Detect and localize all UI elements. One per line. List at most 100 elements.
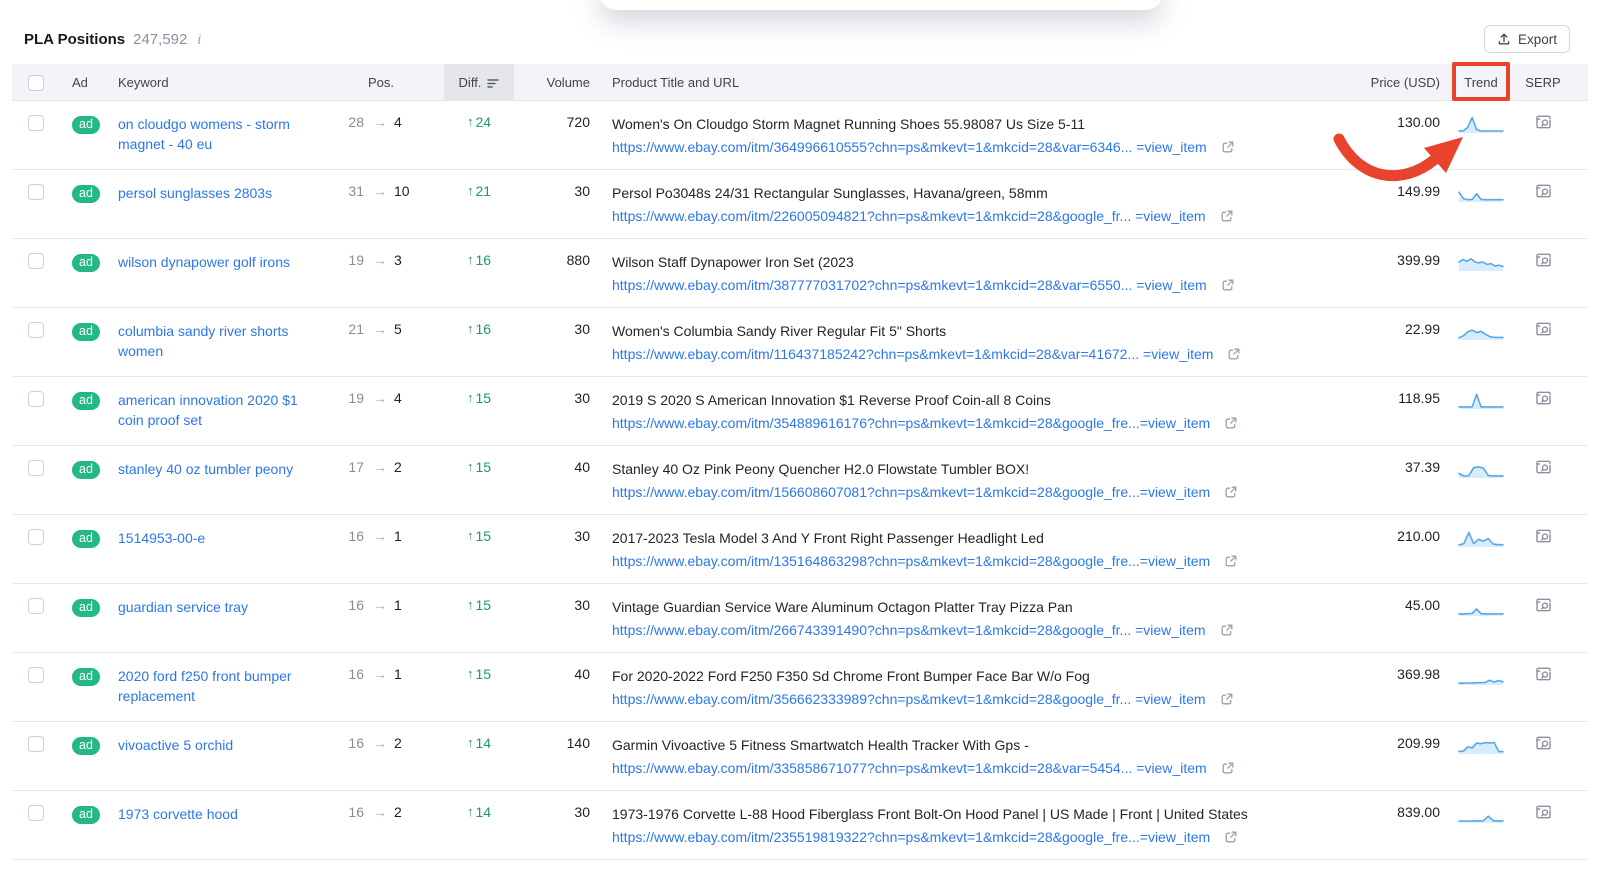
ad-badge[interactable]: ad — [72, 737, 100, 755]
keyword-link[interactable]: guardian service tray — [118, 597, 248, 617]
ad-badge[interactable]: ad — [72, 668, 100, 686]
product-url-link[interactable]: https://www.ebay.com/itm/356662333989?ch… — [612, 689, 1206, 709]
keyword-link[interactable]: stanley 40 oz tumbler peony — [118, 459, 293, 479]
volume-value: 30 — [514, 170, 592, 199]
row-checkbox[interactable] — [28, 391, 44, 407]
pos-current: 1 — [394, 597, 402, 613]
row-checkbox[interactable] — [28, 322, 44, 338]
product-url-link[interactable]: https://www.ebay.com/itm/226005094821?ch… — [612, 206, 1206, 226]
info-icon[interactable]: i — [195, 33, 201, 48]
select-all-checkbox[interactable] — [28, 75, 44, 91]
row-checkbox[interactable] — [28, 253, 44, 269]
column-header-pos[interactable]: Pos. — [340, 64, 444, 101]
ad-badge[interactable]: ad — [72, 185, 100, 203]
serp-icon[interactable] — [1535, 528, 1552, 544]
product-url-link[interactable]: https://www.ebay.com/itm/364996610555?ch… — [612, 137, 1207, 157]
serp-icon[interactable] — [1535, 597, 1552, 613]
pos-change-arrow-icon: → — [373, 597, 387, 613]
keyword-link[interactable]: american innovation 2020 $1 coin proof s… — [118, 390, 298, 430]
serp-icon[interactable] — [1535, 390, 1552, 406]
product-url-link[interactable]: https://www.ebay.com/itm/235519819322?ch… — [612, 827, 1210, 847]
serp-icon[interactable] — [1535, 183, 1552, 199]
serp-icon[interactable] — [1535, 252, 1552, 268]
diff-value: 16 — [475, 321, 491, 337]
external-link-icon[interactable] — [1221, 761, 1235, 775]
keyword-link[interactable]: persol sunglasses 2803s — [118, 183, 272, 203]
column-header-ad[interactable]: Ad — [72, 64, 118, 101]
product-url-link[interactable]: https://www.ebay.com/itm/387777031702?ch… — [612, 275, 1207, 295]
product-url-link[interactable]: https://www.ebay.com/itm/156608607081?ch… — [612, 482, 1210, 502]
ad-badge[interactable]: ad — [72, 116, 100, 134]
table-row: ad 2020 ford f250 front bumper replaceme… — [12, 653, 1588, 722]
column-header-volume[interactable]: Volume — [514, 64, 592, 101]
pos-previous: 16 — [340, 597, 364, 613]
product-url-link[interactable]: https://www.ebay.com/itm/266743391490?ch… — [612, 620, 1206, 640]
diff-up-icon: ↑ — [467, 114, 474, 130]
external-link-icon[interactable] — [1224, 485, 1238, 499]
row-checkbox[interactable] — [28, 115, 44, 131]
row-checkbox[interactable] — [28, 667, 44, 683]
ad-badge[interactable]: ad — [72, 461, 100, 479]
keyword-link[interactable]: wilson dynapower golf irons — [118, 252, 290, 272]
product-url-link[interactable]: https://www.ebay.com/itm/354889616176?ch… — [612, 413, 1210, 433]
ad-badge[interactable]: ad — [72, 254, 100, 272]
keyword-link[interactable]: vivoactive 5 orchid — [118, 735, 233, 755]
serp-icon[interactable] — [1535, 804, 1552, 820]
external-link-icon[interactable] — [1220, 692, 1234, 706]
pos-previous: 16 — [340, 666, 364, 682]
trend-sparkline — [1448, 377, 1514, 411]
product-url-link[interactable]: https://www.ebay.com/itm/135164863298?ch… — [612, 551, 1210, 571]
pos-previous: 16 — [340, 528, 364, 544]
keyword-link[interactable]: on cloudgo womens - storm magnet - 40 eu — [118, 114, 298, 154]
export-button[interactable]: Export — [1484, 25, 1570, 53]
trend-sparkline — [1448, 308, 1514, 342]
pla-positions-panel: PLA Positions 247,592 i Export Ad Keywor… — [0, 0, 1600, 872]
serp-icon[interactable] — [1535, 114, 1552, 130]
serp-icon[interactable] — [1535, 459, 1552, 475]
serp-icon[interactable] — [1535, 321, 1552, 337]
volume-value: 30 — [514, 791, 592, 820]
ad-badge[interactable]: ad — [72, 392, 100, 410]
trend-sparkline — [1448, 584, 1514, 618]
keyword-link[interactable]: columbia sandy river shorts women — [118, 321, 298, 361]
column-header-serp[interactable]: SERP — [1514, 64, 1572, 101]
external-link-icon[interactable] — [1221, 140, 1235, 154]
external-link-icon[interactable] — [1224, 554, 1238, 568]
row-checkbox[interactable] — [28, 460, 44, 476]
product-url-link[interactable]: https://www.ebay.com/itm/116437185242?ch… — [612, 344, 1213, 364]
row-checkbox[interactable] — [28, 805, 44, 821]
row-checkbox[interactable] — [28, 184, 44, 200]
serp-icon[interactable] — [1535, 666, 1552, 682]
keyword-link[interactable]: 1973 corvette hood — [118, 804, 238, 824]
pos-current: 2 — [394, 804, 402, 820]
column-header-price[interactable]: Price (USD) — [1348, 64, 1448, 101]
table-row: ad stanley 40 oz tumbler peony 17 → 2 ↑ … — [12, 446, 1588, 515]
column-header-diff[interactable]: Diff. — [444, 64, 514, 101]
external-link-icon[interactable] — [1224, 830, 1238, 844]
external-link-icon[interactable] — [1221, 278, 1235, 292]
column-header-product[interactable]: Product Title and URL — [592, 64, 1348, 101]
external-link-icon[interactable] — [1220, 209, 1234, 223]
external-link-icon[interactable] — [1227, 347, 1241, 361]
pos-current: 1 — [394, 666, 402, 682]
external-link-icon[interactable] — [1224, 416, 1238, 430]
pos-previous: 16 — [340, 735, 364, 751]
table-header-row: Ad Keyword Pos. Diff. Volume Product Tit… — [12, 64, 1588, 101]
diff-up-icon: ↑ — [467, 183, 474, 199]
row-checkbox[interactable] — [28, 598, 44, 614]
product-title: Persol Po3048s 24/31 Rectangular Sunglas… — [612, 183, 1332, 203]
product-url-link[interactable]: https://www.ebay.com/itm/335858671077?ch… — [612, 758, 1207, 778]
ad-badge[interactable]: ad — [72, 599, 100, 617]
row-checkbox[interactable] — [28, 529, 44, 545]
keyword-link[interactable]: 2020 ford f250 front bumper replacement — [118, 666, 298, 706]
ad-badge[interactable]: ad — [72, 323, 100, 341]
volume-value: 40 — [514, 653, 592, 682]
serp-icon[interactable] — [1535, 735, 1552, 751]
ad-badge[interactable]: ad — [72, 806, 100, 824]
price-value: 210.00 — [1348, 515, 1448, 544]
row-checkbox[interactable] — [28, 736, 44, 752]
keyword-link[interactable]: 1514953-00-e — [118, 528, 205, 548]
external-link-icon[interactable] — [1220, 623, 1234, 637]
column-header-keyword[interactable]: Keyword — [118, 64, 340, 101]
ad-badge[interactable]: ad — [72, 530, 100, 548]
